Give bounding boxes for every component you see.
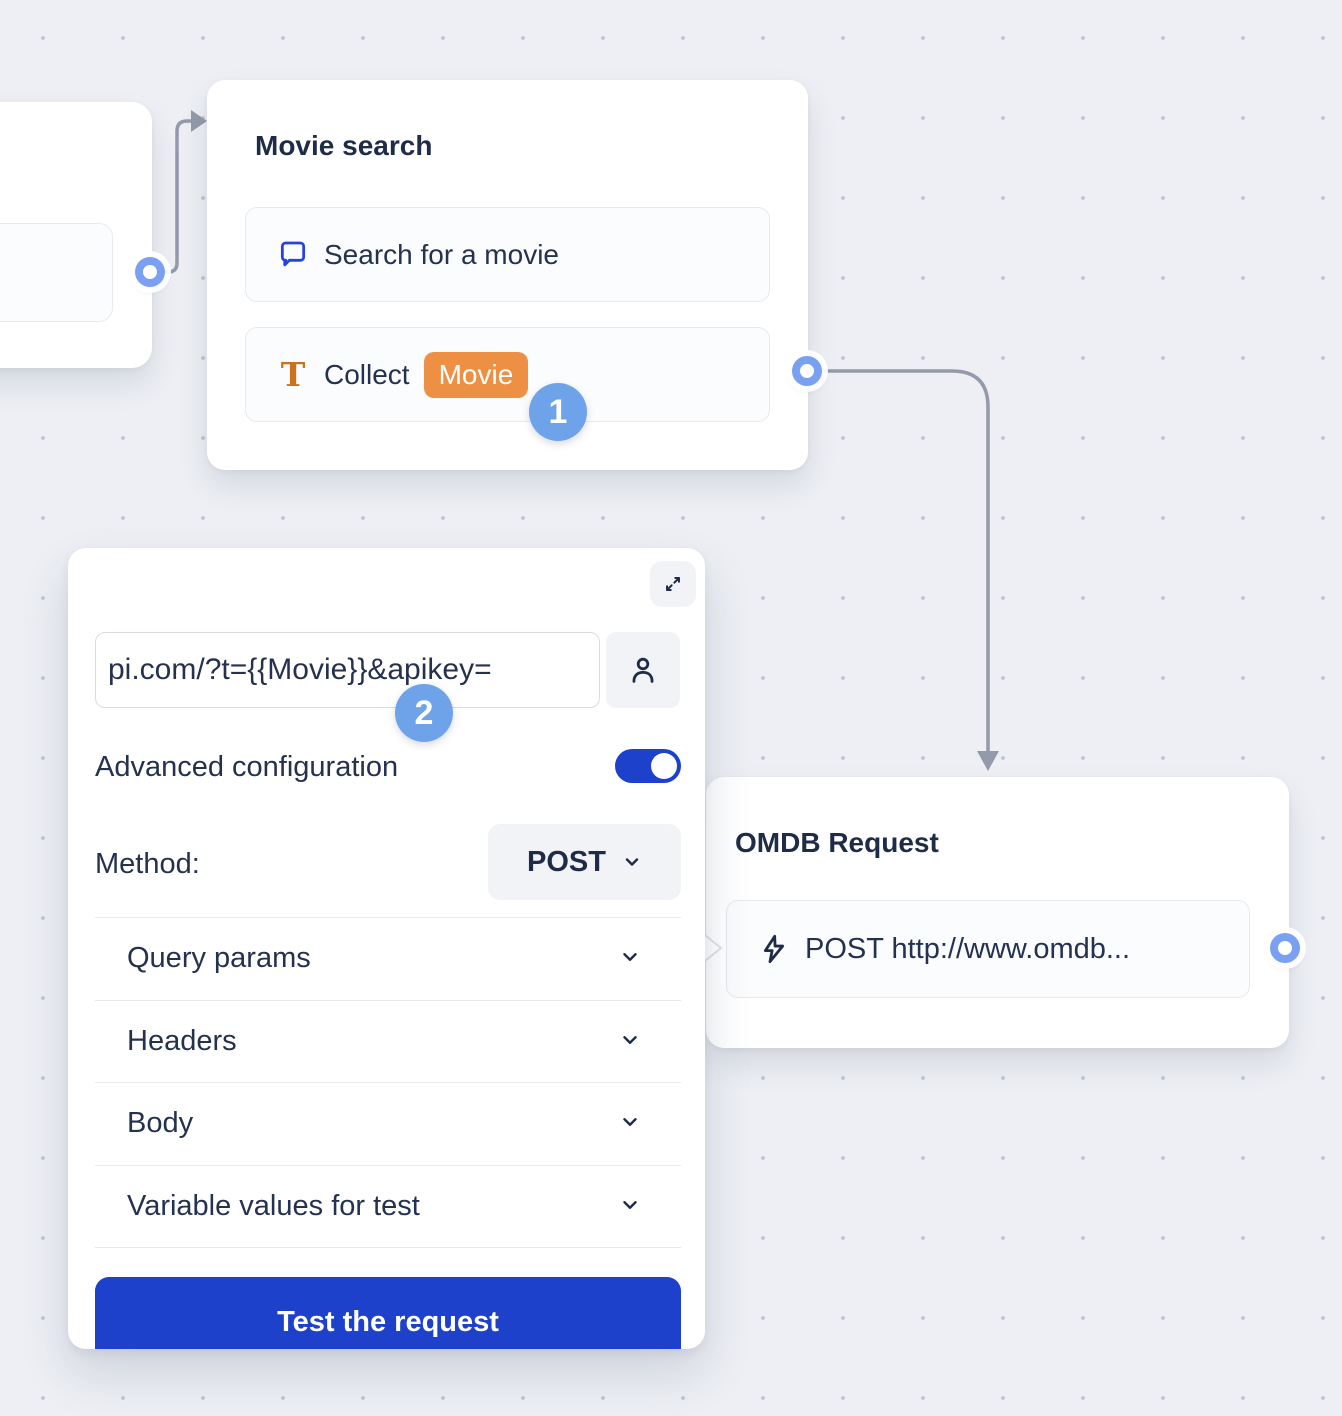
advanced-configuration-toggle[interactable]: [615, 749, 681, 783]
chevron-down-icon: [619, 1029, 641, 1051]
url-input[interactable]: [95, 632, 600, 708]
section-label: Variable values for test: [127, 1186, 420, 1226]
collect-block-label: Collect: [324, 359, 410, 391]
section-body[interactable]: Body: [68, 1082, 705, 1164]
method-label: Method:: [95, 844, 200, 884]
chevron-down-icon: [619, 946, 641, 968]
question-block-row[interactable]: Search for a movie: [245, 207, 770, 302]
edge-into-omdb-request: [822, 371, 988, 753]
movie-search-node[interactable]: Movie search Search for a movie T Collec…: [207, 80, 808, 470]
chat-bubble-icon: [276, 238, 310, 272]
chevron-down-icon: [619, 1111, 641, 1133]
user-variable-button[interactable]: [606, 632, 680, 708]
annotation-step-2: 2: [395, 684, 453, 742]
advanced-configuration-label: Advanced configuration: [95, 747, 398, 787]
divider: [95, 1247, 681, 1248]
omdb-request-title: OMDB Request: [735, 827, 939, 859]
flow-canvas[interactable]: { "canvas": {"width": 1342, "height": 14…: [0, 0, 1342, 1416]
section-variable-values[interactable]: Variable values for test: [68, 1165, 705, 1247]
text-variable-icon: T: [276, 358, 310, 392]
section-headers[interactable]: Headers: [68, 1000, 705, 1082]
section-label: Headers: [127, 1021, 237, 1061]
omdb-request-node[interactable]: OMDB Request POST http://www.omdb...: [706, 777, 1289, 1048]
arrowhead-right-icon: [191, 110, 207, 132]
chevron-down-icon: [622, 852, 642, 872]
webhook-block-row[interactable]: POST http://www.omdb...: [726, 900, 1250, 998]
question-block-label: Search for a movie: [324, 239, 559, 271]
partial-node-card[interactable]: [0, 102, 152, 368]
expand-icon: [662, 573, 684, 595]
webhook-config-panel[interactable]: Advanced configuration Method: POST Quer…: [68, 548, 705, 1349]
variable-chip-movie[interactable]: Movie: [424, 352, 529, 398]
chevron-down-icon: [619, 1194, 641, 1216]
collect-block-row[interactable]: T Collect Movie: [245, 327, 770, 422]
annotation-step-1: 1: [529, 383, 587, 441]
edge-into-movie-search: [164, 121, 192, 272]
partial-node-row[interactable]: [0, 223, 113, 322]
expand-button[interactable]: [650, 561, 696, 607]
toggle-knob: [651, 753, 677, 779]
method-dropdown[interactable]: POST: [488, 824, 681, 900]
lightning-icon: [757, 932, 791, 966]
output-port-connector[interactable]: [135, 257, 165, 287]
section-query-params[interactable]: Query params: [68, 917, 705, 999]
output-port-connector[interactable]: [1270, 933, 1300, 963]
movie-search-title: Movie search: [255, 130, 432, 162]
method-value: POST: [527, 846, 606, 879]
section-label: Body: [127, 1103, 193, 1143]
webhook-block-label: POST http://www.omdb...: [805, 933, 1130, 966]
test-request-button[interactable]: Test the request: [95, 1277, 681, 1349]
person-icon: [627, 654, 659, 686]
arrowhead-down-icon: [977, 751, 999, 771]
section-label: Query params: [127, 938, 311, 978]
output-port-connector[interactable]: [792, 356, 822, 386]
